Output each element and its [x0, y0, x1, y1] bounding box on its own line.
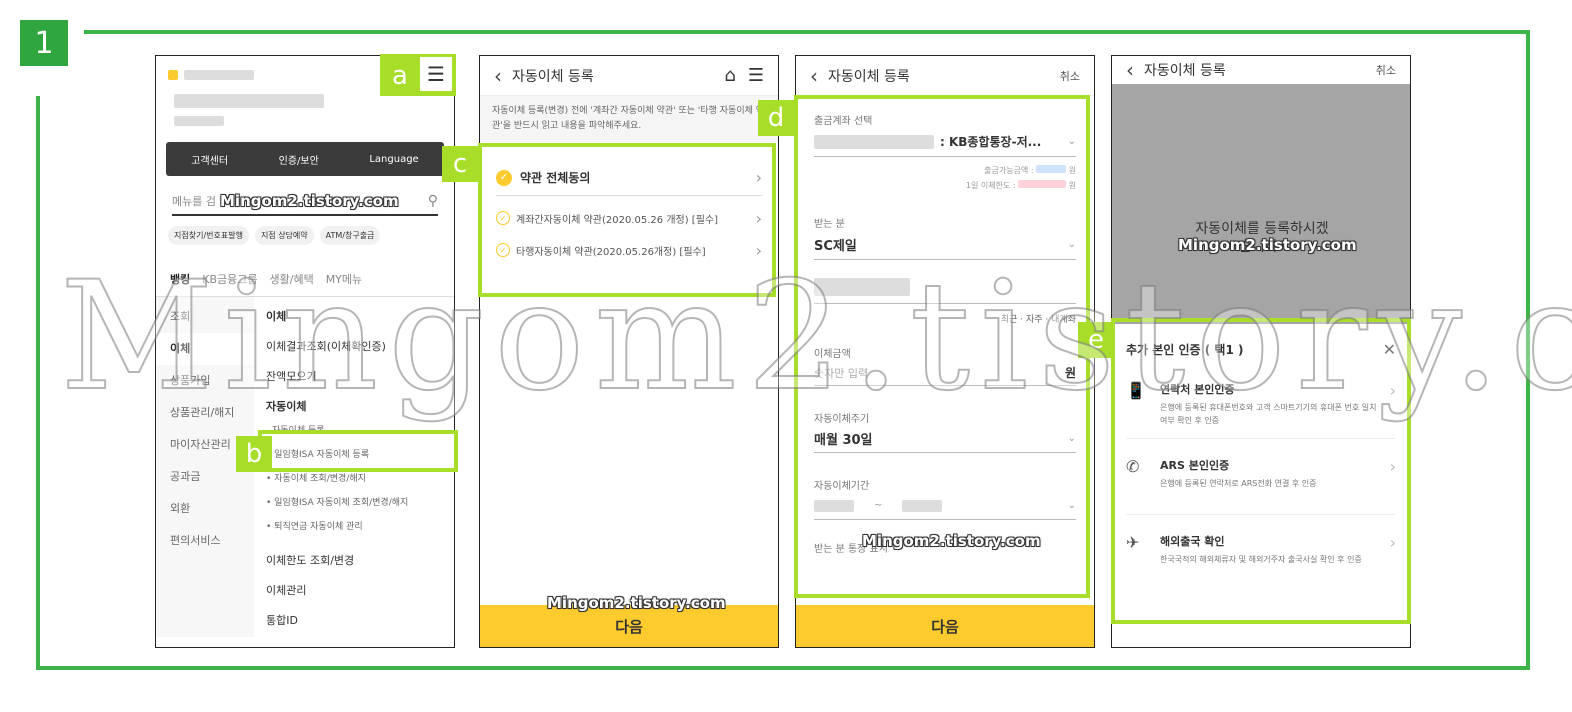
label-c-box [478, 143, 776, 297]
watermark-small: Mingom2.tistory.com [220, 192, 399, 210]
label-b: b [236, 436, 272, 472]
back-icon[interactable]: ‹ [1126, 58, 1134, 82]
tab-life[interactable]: 생활/혜택 [270, 271, 314, 296]
hamburger-menu-icon[interactable]: ☰ [748, 65, 764, 86]
page-title: 자동이체 등록 [512, 68, 594, 85]
left-menu-item[interactable]: 외환 [156, 493, 254, 525]
watermark-small: Mingom2.tistory.com [1178, 236, 1357, 254]
left-menu-item[interactable]: 조회 [156, 301, 254, 333]
menu-auto-transfer[interactable]: 자동이체 [266, 395, 442, 419]
left-menu-item[interactable]: 이체 [156, 333, 254, 365]
cancel-button[interactable]: 취소 [1060, 68, 1080, 84]
left-menu-item[interactable]: 편의서비스 [156, 525, 254, 557]
left-menu-item[interactable]: 상품관리/해지 [156, 397, 254, 429]
label-e-box [1111, 318, 1411, 624]
quick-menu-security[interactable]: 인증/보안 [279, 152, 319, 167]
terms-notice: 자동이체 등록(변경) 전에 '계좌간 자동이체 약관' 또는 '타행 자동이체… [480, 96, 778, 142]
quick-menu-language[interactable]: Language [369, 154, 418, 165]
menu-limit[interactable]: 이체한도 조회/변경 [266, 549, 442, 573]
search-icon[interactable]: ⚲ [428, 193, 438, 209]
label-d: d [758, 100, 794, 136]
step-badge: 1 [20, 20, 68, 66]
left-menu-item[interactable]: 상품가입 [156, 365, 254, 397]
search-input[interactable]: 메뉴를 검 [172, 193, 216, 209]
back-icon[interactable]: ‹ [494, 64, 502, 88]
terms-header: ‹ 자동이체 등록 ⌂ ☰ [480, 56, 778, 96]
tab-kb-group[interactable]: KB금융그룹 [202, 271, 257, 296]
watermark-small: Mingom2.tistory.com [862, 532, 1041, 550]
menu-sub-item[interactable]: • 퇴직연금 자동이체 관리 [266, 515, 442, 539]
back-icon[interactable]: ‹ [810, 64, 818, 88]
label-a: a [382, 58, 418, 94]
tab-my-menu[interactable]: MY메뉴 [326, 271, 362, 296]
menu-balance[interactable]: 잔액모으기 [266, 365, 442, 389]
label-d-box [794, 95, 1090, 598]
chip-atm[interactable]: ATM/창구출금 [319, 226, 381, 245]
menu-sub-item[interactable]: • 일임형ISA 자동이체 조회/변경/해지 [266, 491, 442, 515]
dim-overlay: 자동이체를 등록하시겠습니까? [1112, 84, 1410, 324]
page-title: 자동이체 등록 [828, 68, 910, 85]
cancel-button[interactable]: 취소 [1376, 62, 1396, 78]
label-b-box [258, 430, 458, 472]
hamburger-menu-icon[interactable]: ☰ [420, 57, 452, 91]
chip-branch[interactable]: 지점찾기/번호표발행 [168, 226, 249, 245]
screen-menu: 고객센터 인증/보안 Language 메뉴를 검 ⚲ 지점찾기/번호표발행 지… [155, 55, 455, 648]
quick-menu-customer[interactable]: 고객센터 [191, 152, 228, 167]
page-title: 자동이체 등록 [1144, 63, 1226, 79]
form-header: ‹ 자동이체 등록 취소 [796, 56, 1094, 96]
chip-consult[interactable]: 지점 상담예약 [254, 226, 314, 245]
menu-transfer[interactable]: 이체 [266, 305, 442, 329]
home-icon[interactable]: ⌂ [724, 65, 735, 86]
label-c: c [442, 146, 478, 182]
label-e: e [1078, 322, 1114, 358]
watermark-small: Mingom2.tistory.com [547, 594, 726, 612]
menu-tabs: 뱅킹 KB금융그룹 생활/혜택 MY메뉴 [156, 271, 454, 297]
menu-transfer-check[interactable]: 이체결과조회(이체확인증) [266, 335, 442, 359]
tab-banking[interactable]: 뱅킹 [170, 271, 190, 296]
menu-manage[interactable]: 이체관리 [266, 579, 442, 603]
next-button[interactable]: 다음 [796, 605, 1094, 647]
quick-menu-bar: 고객센터 인증/보안 Language [166, 142, 444, 176]
menu-extra[interactable]: 통합ID [266, 609, 442, 633]
auth-header: ‹ 자동이체 등록 취소 [1112, 56, 1410, 84]
